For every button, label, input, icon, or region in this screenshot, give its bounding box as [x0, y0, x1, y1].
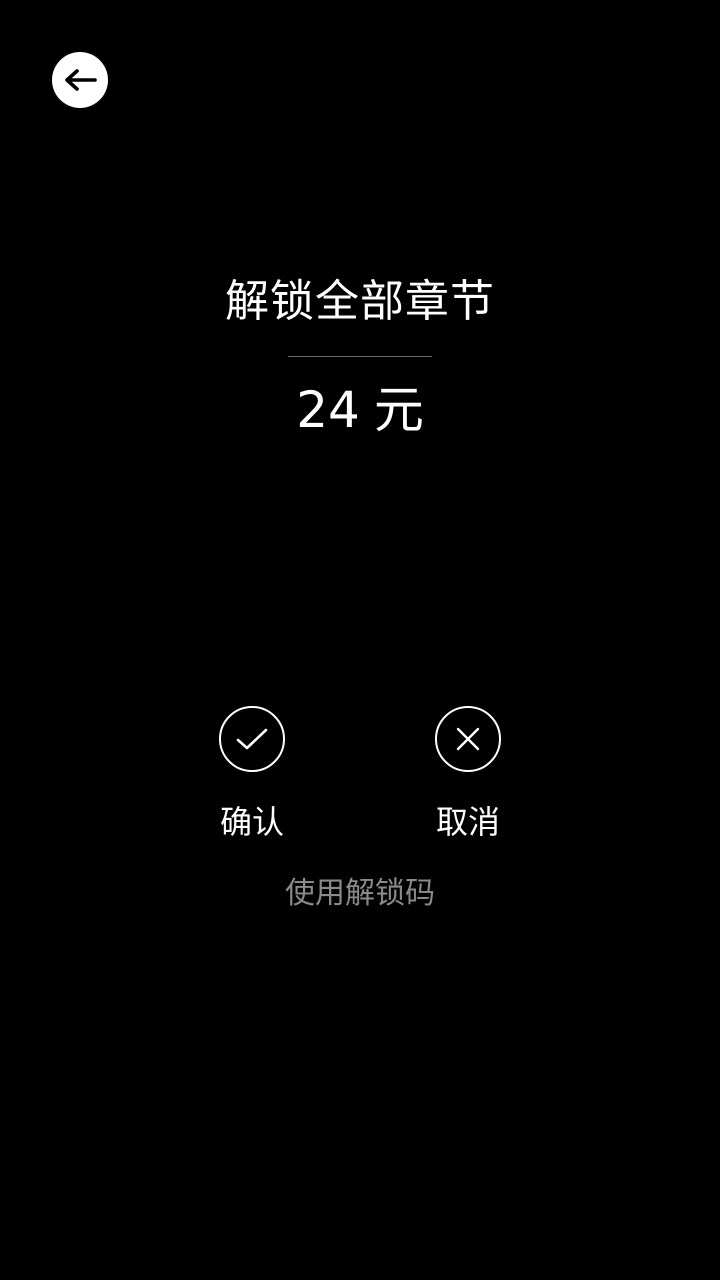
price-amount: 24	[296, 381, 360, 439]
unlock-screen: 解锁全部章节 24 元 确认 取消 使用解锁码	[0, 0, 720, 1280]
price-unit: 元	[373, 381, 424, 439]
confirm-label: 确认	[219, 803, 284, 841]
close-circle-icon	[435, 706, 501, 772]
price-display: 24 元	[0, 378, 720, 442]
arrow-left-icon	[65, 69, 97, 91]
check-circle-icon	[219, 706, 285, 772]
close-icon	[456, 727, 480, 751]
cancel-button[interactable]: 取消	[408, 706, 528, 842]
page-title: 解锁全部章节	[225, 276, 495, 327]
title-divider	[288, 356, 432, 357]
cancel-label: 取消	[435, 803, 500, 841]
use-unlock-code-link[interactable]: 使用解锁码	[0, 874, 720, 914]
back-button[interactable]	[52, 52, 108, 108]
check-icon	[236, 728, 268, 750]
confirm-button[interactable]: 确认	[192, 706, 312, 842]
